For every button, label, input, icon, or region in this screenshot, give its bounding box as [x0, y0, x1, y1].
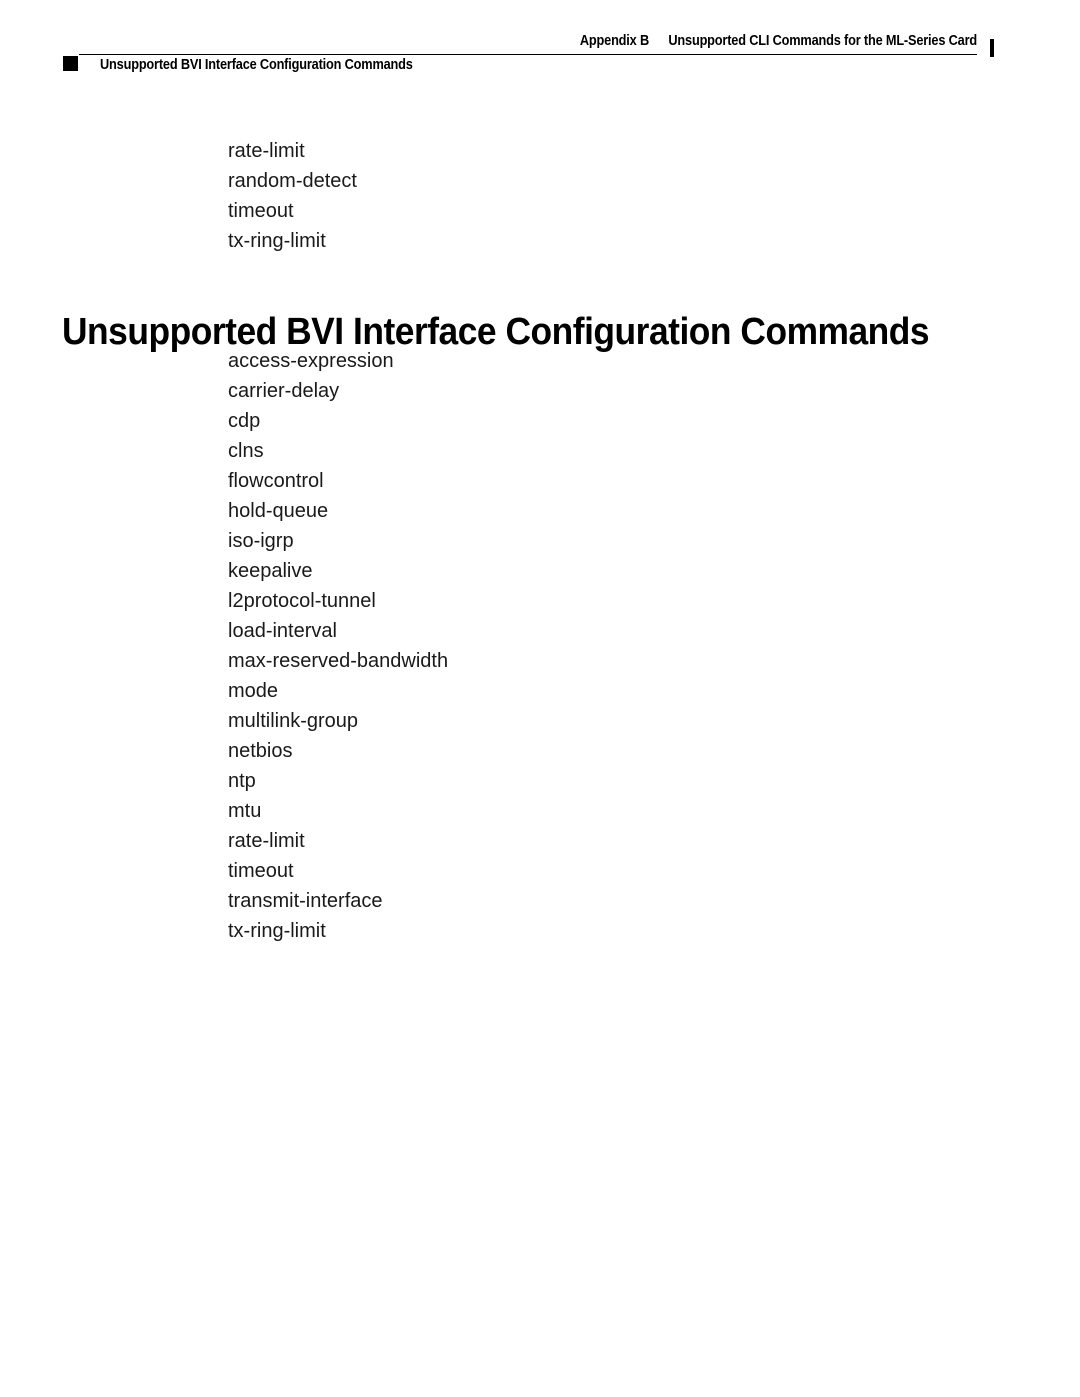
list-item: mode	[228, 680, 279, 702]
list-item: l2protocol-tunnel	[228, 590, 376, 612]
list-item: carrier-delay	[228, 380, 340, 402]
list-item: transmit-interface	[228, 890, 383, 912]
list-item: tx-ring-limit	[228, 230, 326, 252]
list-item: ntp	[228, 770, 256, 792]
list-item: rate-limit	[228, 830, 305, 852]
list-item: tx-ring-limit	[228, 920, 326, 942]
list-item: cdp	[228, 410, 261, 432]
continued-command-list: rate-limit random-detect timeout tx-ring…	[228, 136, 357, 256]
list-item: timeout	[228, 860, 294, 882]
header-square-marker-icon	[63, 56, 78, 71]
page-header: Appendix B Unsupported CLI Commands for t…	[0, 0, 1080, 110]
header-change-bar	[990, 39, 994, 57]
header-appendix-reference: Appendix B Unsupported CLI Commands for t…	[117, 33, 977, 49]
list-item: clns	[228, 440, 264, 462]
header-appendix-title: Unsupported CLI Commands for the ML-Seri…	[668, 33, 977, 49]
list-item: flowcontrol	[228, 470, 324, 492]
bvi-command-list: access-expression carrier-delay cdp clns…	[228, 346, 448, 946]
list-item: load-interval	[228, 620, 337, 642]
list-item: multilink-group	[228, 710, 359, 732]
list-item: iso-igrp	[228, 530, 294, 552]
header-section-title: Unsupported BVI Interface Configuration …	[100, 57, 413, 73]
list-item: rate-limit	[228, 140, 305, 162]
list-item: access-expression	[228, 350, 394, 372]
header-divider-rule	[79, 54, 977, 55]
list-item: keepalive	[228, 560, 313, 582]
list-item: mtu	[228, 800, 262, 822]
page-title: Unsupported BVI Interface Configuration …	[62, 311, 930, 354]
list-item: hold-queue	[228, 500, 329, 522]
header-appendix-label: Appendix B	[579, 33, 650, 49]
list-item: max-reserved-bandwidth	[228, 650, 449, 672]
document-page: Appendix B Unsupported CLI Commands for t…	[0, 0, 1080, 1397]
list-item: timeout	[228, 200, 294, 222]
list-item: random-detect	[228, 170, 357, 192]
list-item: netbios	[228, 740, 293, 762]
page-footer: Cisco ONS 15310-CL, ONS 15310-MA, and ON…	[0, 1287, 1080, 1397]
